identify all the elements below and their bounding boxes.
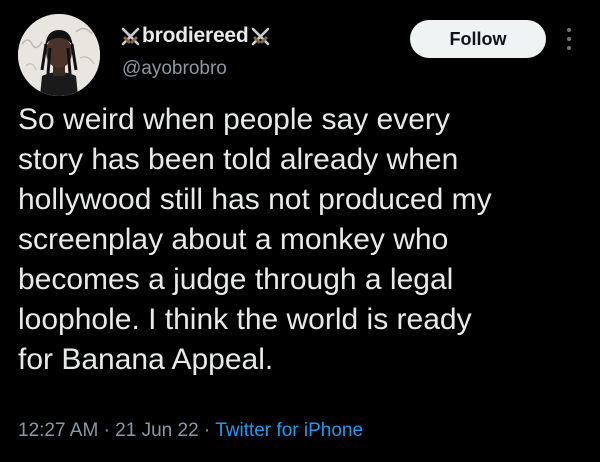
- tweet-text: So weird when people say every story has…: [18, 100, 588, 380]
- tweet-meta: 12:27 AM · 21 Jun 22 · Twitter for iPhon…: [18, 420, 363, 442]
- follow-button[interactable]: Follow: [410, 20, 546, 58]
- crossed-swords-icon: [250, 26, 271, 47]
- tweet-text-line: So weird when people say every: [18, 103, 450, 136]
- more-options-icon[interactable]: [562, 22, 576, 56]
- tweet-card: brodiereed @ayobrobro Follow So weird wh…: [0, 0, 600, 462]
- user-handle[interactable]: @ayobrobro: [122, 58, 227, 80]
- user-name-row[interactable]: brodiereed: [120, 24, 271, 48]
- meta-separator: ·: [203, 420, 211, 441]
- tweet-time[interactable]: 12:27 AM: [18, 420, 98, 441]
- display-name[interactable]: brodiereed: [142, 24, 249, 48]
- tweet-text-line: story has been told already when: [18, 143, 459, 176]
- meta-separator: ·: [103, 420, 110, 441]
- tweet-text-line: hollywood still has not produced my: [18, 183, 492, 216]
- tweet-source-link[interactable]: Twitter for iPhone: [215, 420, 363, 441]
- tweet-text-line: screenplay about a monkey who: [18, 223, 449, 256]
- avatar-image: [18, 14, 100, 96]
- crossed-swords-icon: [120, 26, 141, 47]
- avatar[interactable]: [18, 14, 100, 96]
- tweet-text-line: becomes a judge through a legal: [18, 263, 454, 296]
- tweet-text-line: for Banana Appeal.: [18, 343, 274, 376]
- tweet-date[interactable]: 21 Jun 22: [115, 420, 198, 441]
- tweet-text-line: loophole. I think the world is ready: [18, 303, 472, 336]
